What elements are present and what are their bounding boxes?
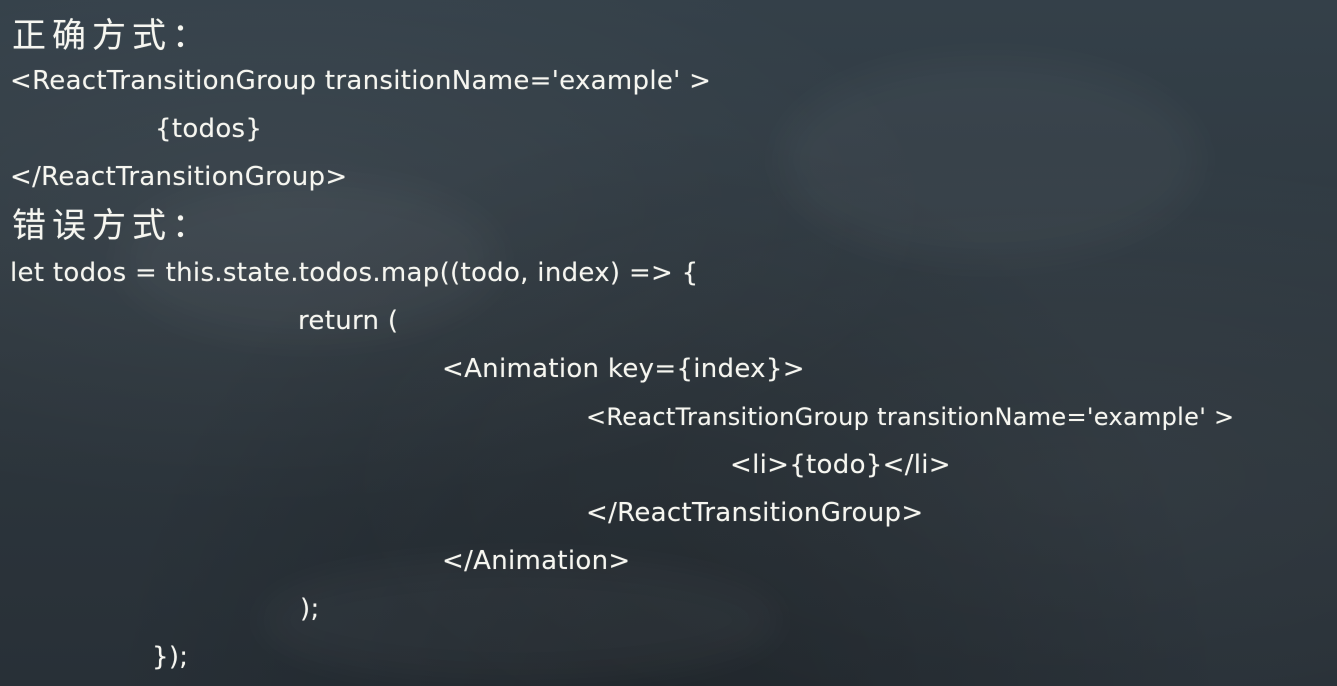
wrong-code-line: return ( (298, 306, 399, 336)
correct-code-line: <ReactTransitionGroup transitionName='ex… (10, 66, 712, 96)
chalk-smudge (260, 560, 780, 680)
chalkboard: 正确方式： <ReactTransitionGroup transitionNa… (0, 0, 1337, 686)
wrong-code-line: </ReactTransitionGroup> (586, 498, 924, 528)
wrong-code-line: let todos = this.state.todos.map((todo, … (10, 258, 699, 288)
wrong-code-line: </Animation> (442, 546, 631, 576)
correct-code-line: </ReactTransitionGroup> (10, 162, 348, 192)
wrong-code-line: <Animation key={index}> (442, 354, 805, 384)
heading-correct: 正确方式： (12, 16, 212, 56)
chalk-smudge (780, 60, 1200, 260)
wrong-code-line: }); (152, 642, 189, 672)
wrong-code-line: <ReactTransitionGroup transitionName='ex… (586, 403, 1235, 431)
wrong-code-line: ); (300, 594, 320, 624)
heading-wrong: 错误方式： (12, 206, 212, 246)
correct-code-line: {todos} (155, 114, 263, 144)
wrong-code-line: <li>{todo}</li> (730, 450, 951, 480)
